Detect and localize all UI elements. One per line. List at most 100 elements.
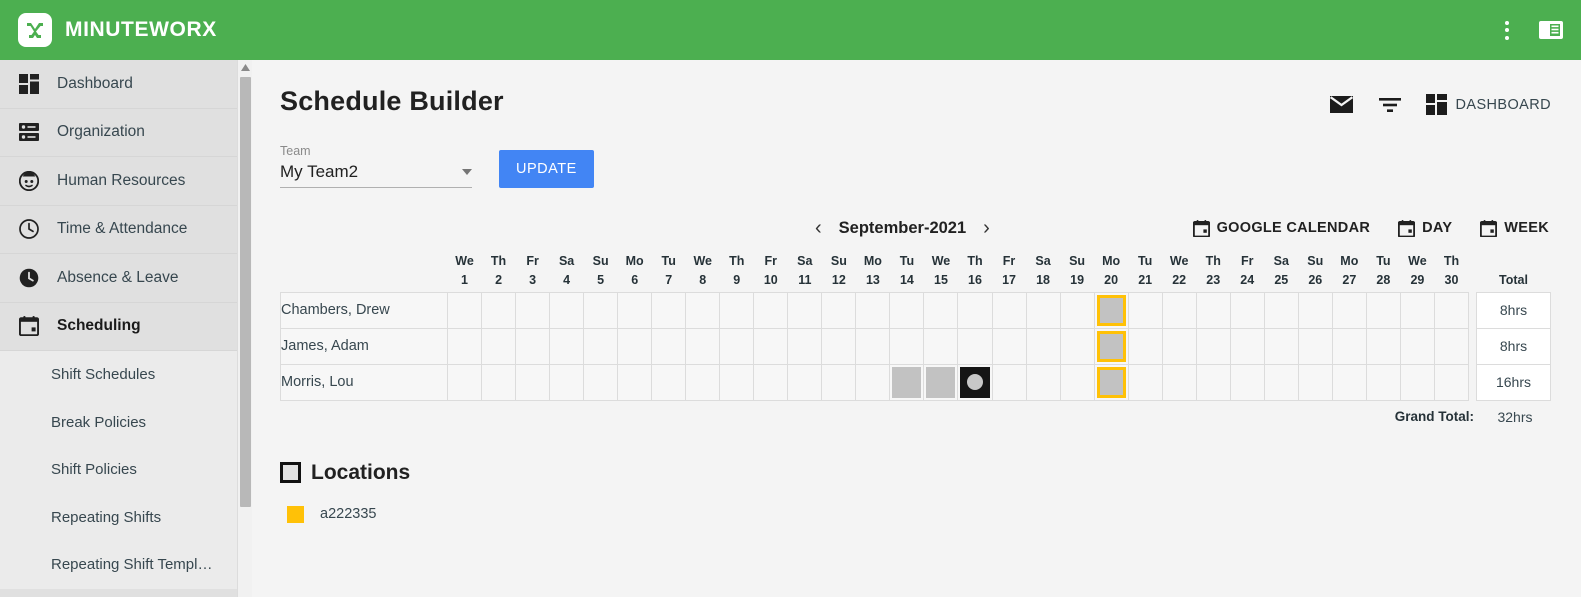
dashboard-button[interactable]: DASHBOARD: [1425, 94, 1551, 115]
schedule-day-cell[interactable]: [787, 327, 823, 365]
schedule-day-cell[interactable]: [1365, 327, 1401, 365]
sidebar-subitem-repeating-shift-templ[interactable]: Repeating Shift Templ…: [0, 541, 252, 589]
sidebar-item-time-attendance[interactable]: Time & Attendance: [0, 206, 252, 254]
schedule-day-cell[interactable]: [685, 363, 721, 401]
schedule-day-cell[interactable]: [549, 363, 585, 401]
schedule-day-cell[interactable]: [957, 291, 993, 329]
schedule-day-cell[interactable]: [446, 327, 483, 365]
schedule-day-cell[interactable]: [1399, 291, 1435, 329]
schedule-day-cell[interactable]: [889, 327, 925, 365]
schedule-day-cell[interactable]: [1127, 363, 1163, 401]
shift-block-selected[interactable]: [960, 366, 990, 398]
schedule-day-cell[interactable]: [1195, 363, 1231, 401]
schedule-day-cell[interactable]: [889, 363, 925, 401]
schedule-day-cell[interactable]: [515, 327, 551, 365]
schedule-day-cell[interactable]: [583, 327, 619, 365]
sidebar-item-organization[interactable]: Organization: [0, 109, 252, 157]
schedule-day-cell[interactable]: [481, 291, 517, 329]
schedule-day-cell[interactable]: [481, 363, 517, 401]
schedule-day-cell[interactable]: [515, 291, 551, 329]
schedule-day-cell[interactable]: [1195, 291, 1231, 329]
sidebar-subitem-break-policies[interactable]: Break Policies: [0, 399, 252, 447]
sidebar-item-dashboard[interactable]: Dashboard: [0, 60, 252, 109]
schedule-day-cell[interactable]: [1331, 363, 1367, 401]
schedule-day-cell[interactable]: [685, 327, 721, 365]
schedule-day-cell[interactable]: [1025, 363, 1061, 401]
schedule-day-cell[interactable]: [1263, 291, 1299, 329]
shift-block-highlighted[interactable]: [1096, 294, 1126, 326]
schedule-day-cell[interactable]: [1229, 363, 1265, 401]
schedule-day-cell[interactable]: [1433, 291, 1470, 329]
schedule-day-cell[interactable]: [1433, 327, 1470, 365]
schedule-day-cell[interactable]: [651, 363, 687, 401]
shift-block-highlighted[interactable]: [1096, 366, 1126, 398]
schedule-day-cell[interactable]: [1263, 327, 1299, 365]
shift-block[interactable]: [892, 366, 922, 398]
schedule-day-cell[interactable]: [889, 291, 925, 329]
schedule-day-cell[interactable]: [991, 291, 1027, 329]
schedule-day-cell[interactable]: [991, 327, 1027, 365]
schedule-day-cell[interactable]: [1161, 291, 1197, 329]
calendar-view-day[interactable]: DAY: [1398, 219, 1452, 237]
filter-icon[interactable]: [1378, 96, 1402, 114]
schedule-day-cell[interactable]: [583, 291, 619, 329]
checkbox-icon[interactable]: [280, 462, 301, 483]
schedule-day-cell[interactable]: [549, 327, 585, 365]
employee-name-cell[interactable]: Chambers, Drew: [280, 291, 448, 329]
schedule-day-cell[interactable]: [1297, 327, 1333, 365]
schedule-day-cell[interactable]: [1365, 363, 1401, 401]
schedule-day-cell[interactable]: [923, 363, 959, 401]
schedule-day-cell[interactable]: [651, 291, 687, 329]
schedule-day-cell[interactable]: [1127, 327, 1163, 365]
schedule-day-cell[interactable]: [1161, 327, 1197, 365]
update-button[interactable]: UPDATE: [499, 150, 594, 188]
schedule-day-cell[interactable]: [1229, 291, 1265, 329]
schedule-day-cell[interactable]: [855, 291, 891, 329]
schedule-day-cell[interactable]: [991, 363, 1027, 401]
schedule-day-cell[interactable]: [1297, 363, 1333, 401]
schedule-day-cell[interactable]: [923, 291, 959, 329]
schedule-day-cell[interactable]: [1433, 363, 1470, 401]
shift-block-highlighted[interactable]: [1096, 330, 1126, 362]
schedule-day-cell[interactable]: [617, 327, 653, 365]
shift-block[interactable]: [926, 366, 956, 398]
calendar-view-google-calendar[interactable]: GOOGLE CALENDAR: [1192, 219, 1371, 237]
schedule-day-cell[interactable]: [1127, 291, 1163, 329]
schedule-day-cell[interactable]: [787, 291, 823, 329]
schedule-day-cell[interactable]: [515, 363, 551, 401]
schedule-day-cell[interactable]: [753, 327, 789, 365]
schedule-day-cell[interactable]: [821, 327, 857, 365]
team-select[interactable]: My Team2: [280, 162, 472, 188]
sidebar-item-human-resources[interactable]: Human Resources: [0, 157, 252, 206]
schedule-day-cell[interactable]: [446, 363, 483, 401]
schedule-day-cell[interactable]: [1059, 327, 1095, 365]
sidebar-subitem-repeating-shifts[interactable]: Repeating Shifts: [0, 494, 252, 542]
schedule-day-cell[interactable]: [583, 363, 619, 401]
schedule-day-cell[interactable]: [1059, 363, 1095, 401]
toggle-panel-icon[interactable]: [1539, 20, 1563, 40]
scroll-up-arrow-icon[interactable]: [238, 60, 252, 75]
schedule-day-cell[interactable]: [1093, 291, 1129, 329]
schedule-day-cell[interactable]: [719, 327, 755, 365]
schedule-day-cell[interactable]: [957, 363, 993, 401]
schedule-day-cell[interactable]: [1093, 327, 1129, 365]
schedule-day-cell[interactable]: [1161, 363, 1197, 401]
sidebar-scrollbar-thumb[interactable]: [240, 77, 251, 507]
schedule-day-cell[interactable]: [1331, 291, 1367, 329]
schedule-day-cell[interactable]: [957, 327, 993, 365]
sidebar-scrollbar[interactable]: [237, 60, 252, 597]
mail-icon[interactable]: [1329, 95, 1354, 114]
list-item[interactable]: a222335: [280, 505, 1551, 523]
schedule-day-cell[interactable]: [821, 291, 857, 329]
schedule-day-cell[interactable]: [1229, 327, 1265, 365]
sidebar-subitem-shift-policies[interactable]: Shift Policies: [0, 446, 252, 494]
schedule-day-cell[interactable]: [1025, 291, 1061, 329]
chevron-right-icon[interactable]: ›: [980, 218, 993, 238]
schedule-day-cell[interactable]: [1331, 327, 1367, 365]
schedule-day-cell[interactable]: [651, 327, 687, 365]
schedule-day-cell[interactable]: [1297, 291, 1333, 329]
sidebar-subitem-shift-schedules[interactable]: Shift Schedules: [0, 351, 252, 399]
schedule-day-cell[interactable]: [1059, 291, 1095, 329]
schedule-day-cell[interactable]: [1263, 363, 1299, 401]
sidebar-item-scheduling[interactable]: Scheduling: [0, 303, 252, 351]
